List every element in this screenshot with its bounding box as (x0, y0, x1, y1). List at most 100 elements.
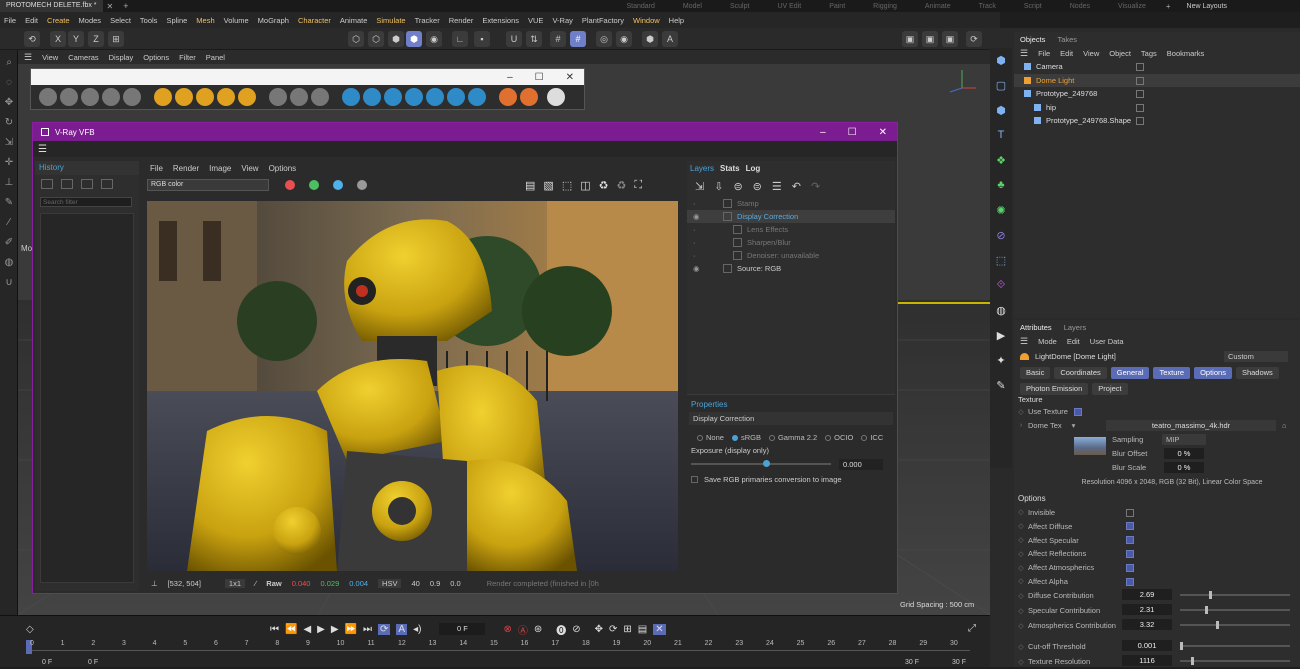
mode-edge-icon[interactable]: ⬡ (368, 31, 384, 47)
refresh-icon[interactable]: ⟳ (966, 31, 982, 47)
vray-settings-icon[interactable]: A (662, 31, 678, 47)
maximize-icon[interactable]: ☐ (848, 127, 857, 138)
interactive-render-icon[interactable]: ♻ (617, 179, 627, 192)
history-save-icon[interactable] (41, 179, 53, 189)
menu-mograph[interactable]: MoGraph (258, 16, 289, 25)
attr-button-general[interactable]: General (1110, 366, 1150, 379)
vray-enmesh-icon[interactable] (499, 88, 517, 106)
green-channel-icon[interactable] (309, 180, 319, 190)
menu-v-ray[interactable]: V-Ray (552, 16, 572, 25)
color-mode-select[interactable]: HSV (378, 578, 402, 588)
render-image[interactable] (147, 201, 678, 571)
slider-thumb[interactable] (1180, 642, 1183, 651)
paint-icon[interactable]: ✐ (2, 236, 16, 250)
scale-icon[interactable]: ⇲ (2, 136, 16, 150)
vfb-menu-image[interactable]: Image (209, 164, 231, 173)
option-checkbox[interactable] (1126, 549, 1134, 558)
locked-workplane-icon[interactable]: ▪ (474, 31, 490, 47)
layer-item[interactable]: · Sharpen/Blur (687, 236, 895, 249)
attr-tab-layers[interactable]: Layers (1064, 323, 1087, 332)
attr-button-project[interactable]: Project (1092, 382, 1128, 395)
keyframe-icon[interactable]: ◇ (1014, 577, 1028, 585)
vray-decal-icon[interactable] (290, 88, 308, 106)
vray-ocean-icon[interactable] (405, 88, 423, 106)
deformer-icon[interactable]: ✺ (993, 204, 1009, 220)
maximize-icon[interactable]: ☐ (535, 72, 544, 83)
layer-item[interactable]: ◉ Display Correction (687, 210, 895, 223)
prev-key-icon[interactable]: ⏪ (285, 624, 297, 635)
pen-icon[interactable]: ✎ (993, 379, 1009, 395)
slider-thumb[interactable] (1205, 606, 1208, 615)
timeline-ruler[interactable]: 0 1 2 3 4 5 6 7 8 9 10 11 12 13 14 15 16 17 18 19 20 21 22 23 24… (26, 640, 970, 654)
play-icon[interactable]: ▶ (317, 624, 325, 635)
slider-thumb[interactable] (1209, 591, 1212, 600)
number-field[interactable]: 2.31 (1122, 604, 1172, 616)
objects-menu-object[interactable]: Object (1109, 49, 1131, 58)
cloner-icon[interactable]: ♣ (993, 179, 1009, 195)
record-icon[interactable]: ⊗ (503, 624, 511, 635)
keyframe-icon[interactable]: ◇ (1014, 622, 1028, 630)
number-field[interactable]: 1116 (1122, 655, 1172, 667)
folder-icon[interactable]: ⌂ (1282, 421, 1287, 430)
eye-icon[interactable]: · (693, 199, 703, 208)
exposure-value[interactable]: 0.000 (839, 458, 883, 470)
sampling-select[interactable]: MIP (1162, 433, 1206, 445)
go-end-icon[interactable]: ⏭ (363, 624, 372, 635)
stop-render-icon[interactable]: ⛶ (634, 179, 642, 192)
vray-volume-icon[interactable] (426, 88, 444, 106)
vray-sphere-icon[interactable] (81, 88, 99, 106)
current-frame[interactable]: 0 F (439, 623, 486, 635)
attr-tab-attributes[interactable]: Attributes (1020, 323, 1052, 332)
viewport-hamburger-icon[interactable]: ☰ (24, 52, 32, 63)
blue-channel-icon[interactable] (333, 180, 343, 190)
magnet-tool-icon[interactable]: ∪ (2, 276, 16, 290)
mode-point-icon[interactable]: ⬡ (348, 31, 364, 47)
hamburger-menu-icon[interactable]: ☰ (1020, 336, 1028, 347)
file-tab[interactable]: PROTOMECH DELETE.fbx * (0, 0, 103, 12)
keyframe-icon[interactable]: ◇ (1014, 607, 1028, 615)
slider-thumb[interactable] (1216, 621, 1219, 630)
key-selection-icon[interactable]: ⊛ (534, 624, 542, 635)
axis-x-button[interactable]: X (50, 31, 66, 47)
menu-simulate[interactable]: Simulate (376, 16, 405, 25)
attr-menu-edit[interactable]: Edit (1067, 337, 1080, 346)
region-render-icon[interactable]: ⬚ (562, 179, 572, 192)
radio-icon[interactable] (861, 434, 868, 441)
keyframe-icon[interactable]: ◇ (1014, 643, 1028, 651)
field-icon[interactable]: ⊘ (993, 229, 1009, 245)
layer-item[interactable]: ◉ Source: RGB (687, 262, 895, 275)
menu-tracker[interactable]: Tracker (415, 16, 440, 25)
preview-start-frame[interactable]: 0 F (88, 659, 98, 666)
search-icon[interactable]: ⌕ (2, 56, 16, 70)
vray-lightmix-icon[interactable] (520, 88, 538, 106)
radio-icon[interactable] (825, 434, 832, 441)
use-texture-checkbox[interactable] (1073, 407, 1082, 416)
add-tab-icon[interactable]: + (123, 1, 128, 11)
tab-takes[interactable]: Takes (1057, 35, 1077, 44)
menu-render[interactable]: Render (449, 16, 474, 25)
viewport-menu-filter[interactable]: Filter (179, 53, 196, 62)
keyframe-icon[interactable]: ◇ (1014, 592, 1028, 600)
layer-preset-icon[interactable]: ⊜ (753, 180, 762, 193)
expand-icon[interactable]: › (1014, 422, 1028, 429)
vray-ies-icon[interactable] (102, 88, 120, 106)
keyframe-icon[interactable]: ◇ (1014, 508, 1028, 516)
attr-menu-user-data[interactable]: User Data (1090, 337, 1124, 346)
vray-sky-icon[interactable] (175, 88, 193, 106)
scene-icon[interactable]: ⬚ (993, 254, 1009, 270)
text-icon[interactable]: T (993, 129, 1009, 145)
attr-button-basic[interactable]: Basic (1020, 366, 1051, 379)
vray-logo-icon[interactable] (547, 88, 565, 106)
lasso-icon[interactable]: ◌ (2, 76, 16, 90)
blur-scale-value[interactable]: 0 % (1164, 461, 1204, 473)
eye-icon[interactable]: ◉ (693, 264, 703, 273)
attr-menu-mode[interactable]: Mode (1038, 337, 1057, 346)
objects-menu-tags[interactable]: Tags (1141, 49, 1157, 58)
zoom-select[interactable]: 1x1 (224, 578, 246, 588)
vfb-menu-view[interactable]: View (241, 164, 258, 173)
menu-character[interactable]: Character (298, 16, 331, 25)
number-slider[interactable] (1180, 642, 1290, 651)
vfb-menu-file[interactable]: File (150, 164, 163, 173)
vray-cloud-icon[interactable] (196, 88, 214, 106)
add-layer-icon[interactable]: ⇲ (695, 180, 704, 193)
